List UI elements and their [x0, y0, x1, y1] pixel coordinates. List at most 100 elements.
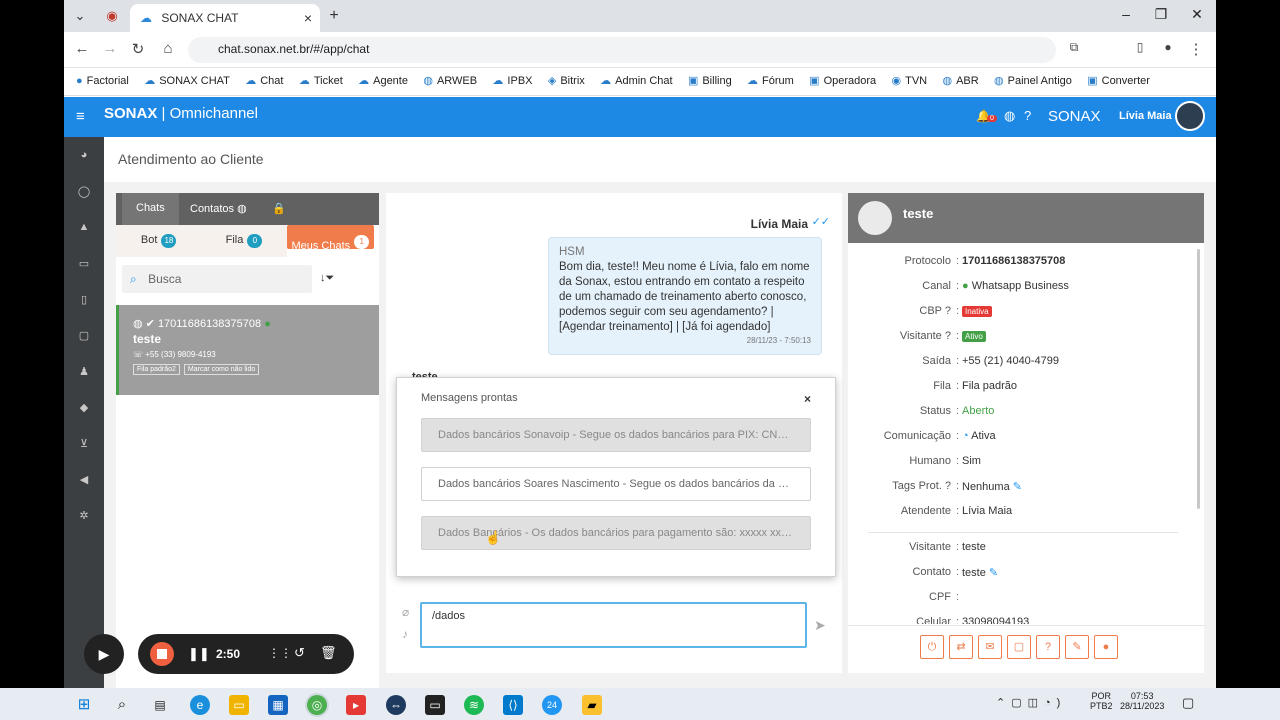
- users-icon[interactable]: ♟: [77, 365, 91, 378]
- trash-icon[interactable]: 🗑: [320, 645, 337, 661]
- bookmark-item[interactable]: ◈ Bitrix: [548, 74, 585, 87]
- bookmark-item[interactable]: ◍ ABR: [942, 74, 978, 87]
- attach-icon[interactable]: ⌀: [402, 605, 409, 619]
- help-icon[interactable]: ?: [1024, 108, 1031, 123]
- input-language[interactable]: POR PTB2: [1090, 691, 1113, 711]
- chrome-icon[interactable]: ◎: [307, 695, 327, 715]
- quick-reply-item[interactable]: Dados bancários Sonavoip - Segue os dado…: [421, 418, 811, 452]
- question-icon[interactable]: ?: [1036, 635, 1060, 659]
- vscode-icon[interactable]: ⟨⟩: [503, 695, 523, 715]
- send-icon[interactable]: ➤: [814, 617, 826, 634]
- tab-contatos[interactable]: Contatos ◍: [176, 193, 261, 225]
- search-icon[interactable]: ⌕: [112, 695, 132, 715]
- restore-button[interactable]: ❐: [1151, 6, 1171, 23]
- stop-button[interactable]: [150, 642, 174, 666]
- sidebar-icon[interactable]: ▯: [1130, 40, 1150, 54]
- help-icon[interactable]: ?: [945, 305, 951, 317]
- bookmark-item[interactable]: ◉ TVN: [892, 74, 928, 87]
- dashboard-icon[interactable]: ◕: [77, 149, 91, 161]
- camera-icon[interactable]: ▶: [84, 634, 124, 674]
- queue-fila[interactable]: Fila 0: [201, 225, 287, 257]
- tab-search-icon[interactable]: ⌄: [70, 6, 90, 26]
- close-window-button[interactable]: ✕: [1187, 6, 1207, 23]
- bookmark-item[interactable]: ☁ Admin Chat: [600, 74, 672, 87]
- bookmark-item[interactable]: ▣ Billing: [688, 74, 732, 87]
- search-input[interactable]: ⌕ Busca: [122, 265, 312, 293]
- chats-icon[interactable]: ▲: [77, 221, 91, 233]
- bookmark-item[interactable]: ☁ IPBX: [492, 74, 532, 87]
- bookmark-item[interactable]: ● Factorial: [76, 75, 129, 87]
- menu-icon[interactable]: ⋮: [1186, 40, 1206, 58]
- app-icon[interactable]: ▸: [346, 695, 366, 715]
- bookmark-item[interactable]: ◍ Painel Antigo: [994, 74, 1072, 87]
- home-icon[interactable]: ⌂: [158, 40, 178, 57]
- lock-icon[interactable]: ▢: [77, 329, 91, 342]
- chat-icon[interactable]: ◯: [77, 185, 91, 198]
- bookmark-item[interactable]: ▣ Converter: [1087, 74, 1150, 87]
- ticket-icon[interactable]: ✎: [1065, 635, 1089, 659]
- help-icon[interactable]: ?: [945, 480, 951, 492]
- notification-center-icon[interactable]: ▢: [1182, 695, 1194, 711]
- quick-reply-item[interactable]: Dados bancários Soares Nascimento - Segu…: [421, 467, 811, 501]
- mark-unread-button[interactable]: Marcar como não lido: [183, 364, 260, 375]
- message-input[interactable]: /dados: [420, 602, 807, 648]
- help-icon[interactable]: ?: [945, 330, 951, 342]
- avatar[interactable]: [1175, 101, 1205, 131]
- bookmark-item[interactable]: ☁ Agente: [358, 74, 408, 87]
- chat-list-item[interactable]: ◍ ✔ 17011686138375708 ● teste ☏ +55 (33)…: [116, 305, 379, 395]
- profile-icon[interactable]: ●: [1158, 40, 1178, 54]
- scrollbar[interactable]: [1197, 249, 1200, 509]
- android-icon[interactable]: ◆: [77, 401, 91, 414]
- notes-icon[interactable]: ▰: [582, 695, 602, 715]
- megaphone-icon[interactable]: ◀: [77, 473, 91, 486]
- spotify-icon[interactable]: ≋: [464, 695, 484, 715]
- chat-bubble-icon[interactable]: ●: [1094, 635, 1118, 659]
- reload-icon[interactable]: ↻: [128, 40, 148, 58]
- back-icon[interactable]: ←: [72, 40, 92, 57]
- new-tab-button[interactable]: +: [324, 6, 344, 26]
- minimize-button[interactable]: –: [1116, 6, 1136, 22]
- system-tray-icons[interactable]: ⌃▢◫◔): [996, 696, 1066, 709]
- close-icon[interactable]: ×: [804, 392, 811, 406]
- edit-icon[interactable]: ✎: [989, 567, 998, 579]
- power-icon[interactable]: ⏻: [920, 635, 944, 659]
- quick-reply-item[interactable]: Dados Bancários - Os dados bancários par…: [421, 516, 811, 550]
- microphone-icon[interactable]: ♪: [402, 627, 408, 641]
- contacts-card-icon[interactable]: ▭: [77, 257, 91, 270]
- user-name[interactable]: Lívia Maia: [1119, 110, 1172, 122]
- queue-meus-chats[interactable]: Meus Chats 1: [286, 225, 374, 252]
- tab-chats[interactable]: Chats: [122, 193, 179, 225]
- folder-icon[interactable]: ▭: [229, 695, 249, 715]
- terminal-icon[interactable]: ▭: [425, 695, 445, 715]
- bookmark-item[interactable]: ☁ Chat: [245, 74, 283, 87]
- bitrix-icon[interactable]: 24: [542, 695, 562, 715]
- browser-tab[interactable]: ☁ SONAX CHAT ×: [130, 4, 320, 32]
- close-tab-icon[interactable]: ×: [304, 10, 312, 26]
- restart-icon[interactable]: ↺: [294, 645, 305, 661]
- windows-start-icon[interactable]: ⊞: [74, 695, 94, 715]
- settings-icon[interactable]: ✲: [77, 509, 91, 522]
- bookmark-item[interactable]: ☁ Fórum: [747, 74, 794, 87]
- edge-icon[interactable]: e: [190, 695, 210, 715]
- hamburger-icon[interactable]: ≡: [76, 108, 85, 125]
- pause-icon[interactable]: ❚❚: [188, 646, 210, 662]
- bookmark-item[interactable]: ▣ Operadora: [809, 74, 876, 87]
- clock[interactable]: 07:53 28/11/2023: [1120, 691, 1164, 711]
- forward-icon[interactable]: →: [100, 40, 120, 57]
- bookmark-item[interactable]: ◍ ARWEB: [423, 74, 477, 87]
- note-icon[interactable]: ▢: [1007, 635, 1031, 659]
- store-icon[interactable]: ▦: [268, 695, 288, 715]
- bookmark-item[interactable]: ☁ SONAX CHAT: [144, 74, 230, 87]
- columns-icon[interactable]: ▯: [77, 293, 91, 306]
- cart-icon[interactable]: ⊻: [77, 437, 91, 450]
- grid-icon[interactable]: ⋮⋮: [268, 646, 292, 660]
- bookmark-item[interactable]: ☁ Ticket: [299, 74, 343, 87]
- record-icon[interactable]: ◉: [102, 6, 122, 26]
- whatsapp-icon[interactable]: ◍: [1004, 108, 1015, 124]
- url-input[interactable]: chat.sonax.net.br/#/app/chat: [188, 37, 1056, 63]
- extensions-icon[interactable]: ⧉: [1064, 40, 1084, 55]
- transfer-icon[interactable]: ⇄: [949, 635, 973, 659]
- bell-icon[interactable]: 🔔0: [976, 109, 997, 123]
- teamviewer-icon[interactable]: ⇔: [386, 695, 406, 715]
- envelope-icon[interactable]: ✉: [978, 635, 1002, 659]
